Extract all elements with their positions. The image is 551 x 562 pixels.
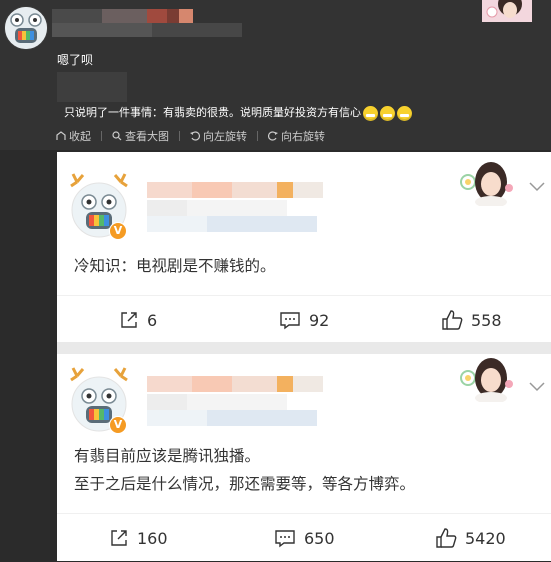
collapse-icon (56, 131, 66, 140)
post-actions: 160 650 5420 (57, 513, 551, 562)
rotate-right-icon (268, 131, 278, 141)
blurred-username (147, 182, 327, 232)
blurred-username (147, 376, 327, 426)
verified-badge: V (109, 416, 127, 434)
comment-button[interactable]: 650 (274, 514, 335, 562)
like-count: 558 (471, 310, 502, 330)
girl-sticker-icon (460, 162, 513, 206)
user-avatar[interactable] (4, 6, 48, 50)
grin-emoji-icon (397, 105, 412, 121)
rotate-left-label: 向左旋转 (203, 130, 247, 143)
grin-emoji-icon (363, 105, 378, 121)
comment-count: 92 (309, 310, 330, 330)
like-button[interactable]: 5420 (435, 514, 506, 562)
rotate-right-label: 向右旋转 (281, 130, 325, 143)
quote-label: 只说明了一件事情：有翡卖的很贵。说明质量好投资方有信心 (64, 106, 361, 119)
verified-badge: V (109, 222, 127, 240)
girl-avatar-icon (482, 0, 532, 22)
rotate-left-icon (190, 131, 200, 141)
comment-count: 650 (304, 528, 335, 548)
quote-text: 只说明了一件事情：有翡卖的很贵。说明质量好投资方有信心 (64, 104, 412, 121)
comment-button[interactable]: 92 (279, 296, 329, 344)
post-text: 冷知识：电视剧是不赚钱的。 (74, 252, 276, 280)
collapse-label: 收起 (69, 130, 91, 143)
post-card: V 有翡目前应该是腾讯独播。 至于之后是什么情况，那还需要等，等各方博弈。 16… (57, 354, 551, 561)
blurred-block (57, 72, 127, 102)
view-large-button[interactable]: 查看大图 (112, 128, 169, 144)
comment-icon (275, 530, 295, 548)
reply-text: 嗯了呗 (57, 53, 94, 67)
rotate-right-button[interactable]: 向右旋转 (268, 128, 325, 144)
image-actions-bar: 收起 查看大图 向左旋转 向右旋转 (56, 128, 335, 144)
post-text-line: 有翡目前应该是腾讯独播。 (74, 447, 261, 465)
avatar-robot-icon (5, 7, 47, 49)
card-separator (57, 342, 551, 354)
post-text-line: 至于之后是什么情况，那还需要等，等各方博弈。 (74, 475, 416, 493)
thumbs-up-icon (442, 310, 463, 330)
share-icon (121, 312, 137, 328)
comment-icon (280, 312, 300, 330)
like-count: 5420 (465, 528, 506, 548)
post-text: 有翡目前应该是腾讯独播。 至于之后是什么情况，那还需要等，等各方博弈。 (74, 442, 415, 498)
chevron-down-icon[interactable] (529, 382, 545, 392)
share-count: 160 (137, 528, 168, 548)
search-icon (112, 131, 122, 141)
post-card: V 冷知识：电视剧是不赚钱的。 6 92 558 (57, 152, 551, 342)
share-count: 6 (147, 310, 158, 330)
post-text-line: 冷知识：电视剧是不赚钱的。 (74, 257, 276, 275)
share-button[interactable]: 160 (109, 514, 168, 562)
blurred-username (52, 9, 242, 43)
like-button[interactable]: 558 (441, 296, 502, 344)
post-actions: 6 92 558 (57, 295, 551, 344)
chevron-down-icon[interactable] (529, 182, 545, 192)
share-button[interactable]: 6 (119, 296, 157, 344)
rotate-left-button[interactable]: 向左旋转 (190, 128, 247, 144)
top-panel: 嗯了呗 只说明了一件事情：有翡卖的很贵。说明质量好投资方有信心 收起 查看大图 … (0, 0, 551, 150)
share-icon (111, 530, 127, 546)
grin-emoji-icon (380, 105, 395, 121)
collapse-button[interactable]: 收起 (56, 128, 91, 144)
thumbs-up-icon (436, 528, 457, 548)
girl-sticker-icon (460, 358, 513, 402)
view-large-label: 查看大图 (125, 130, 169, 143)
